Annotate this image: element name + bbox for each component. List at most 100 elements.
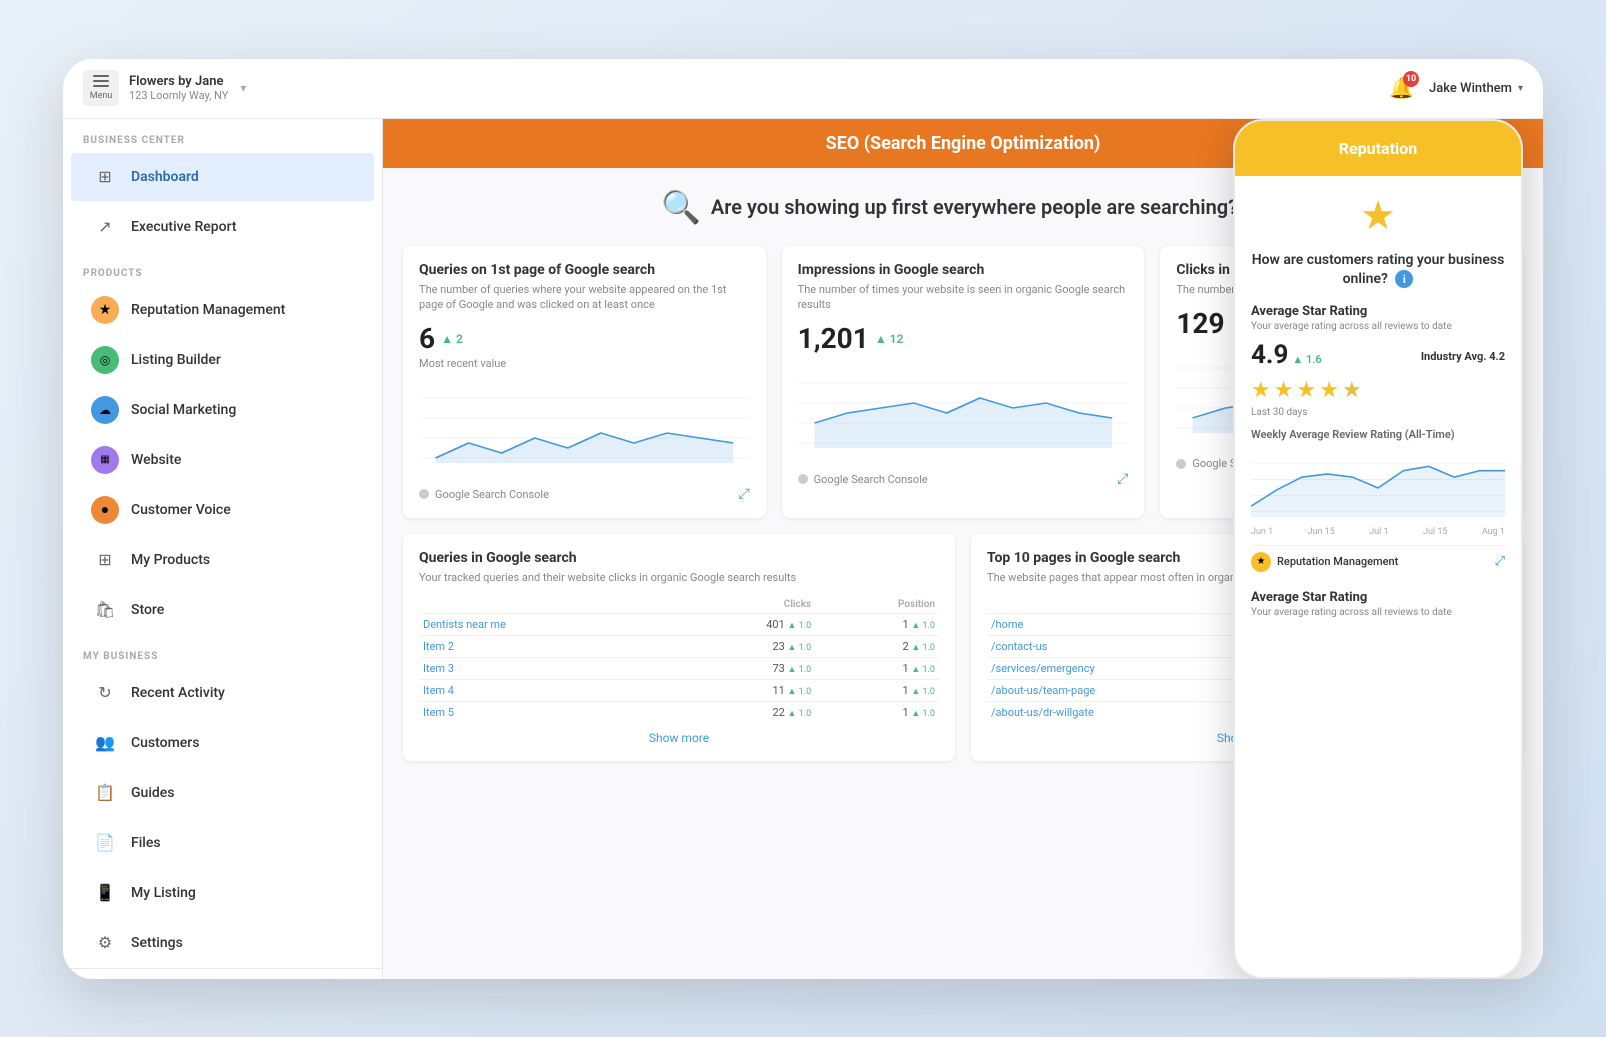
metric-title-1: Impressions in Google search: [798, 262, 1129, 278]
expand-icon-1[interactable]: ⤢: [1117, 471, 1128, 487]
sidebar-item-recent-activity[interactable]: ↻ Recent Activity: [71, 669, 374, 717]
query-cell: Dentists near me: [419, 613, 669, 635]
table-row: Item 4 11 ▲ 1.0 1 ▲ 1.0: [419, 679, 939, 701]
sidebar-item-listing[interactable]: ◎ Listing Builder: [71, 336, 374, 384]
sidebar-item-store[interactable]: 🛍 Store: [71, 586, 374, 634]
expand-icon-0[interactable]: ⤢: [738, 486, 749, 502]
chart-1: [798, 363, 1129, 453]
customers-icon: 👥: [91, 729, 119, 757]
chart-footer-0: Google Search Console ⤢: [419, 486, 750, 502]
col-position: Position: [815, 596, 939, 614]
top-bar-right: 🔔 10 Jake Winthem ▾: [1389, 76, 1523, 100]
hero-text: Are you showing up first everywhere peop…: [711, 195, 1265, 219]
website-icon: ▦: [91, 446, 119, 474]
position-cell: 1 ▲ 1.0: [815, 679, 939, 701]
date-5: Aug 1: [1482, 527, 1505, 537]
executive-report-icon: ↗: [91, 213, 119, 241]
metric-title-0: Queries on 1st page of Google search: [419, 262, 750, 278]
reputation-question: How are customers rating your business o…: [1251, 251, 1505, 290]
phone-header: Reputation: [1235, 121, 1521, 176]
phone-avg-title-2: Average Star Rating: [1251, 590, 1505, 605]
sidebar-item-customer-voice[interactable]: ● Customer Voice: [71, 486, 374, 534]
social-icon: ☁: [91, 396, 119, 424]
phone-avg-desc-2: Your average rating across all reviews t…: [1251, 607, 1505, 618]
my-products-icon: ⊞: [91, 546, 119, 574]
business-address: 123 Loomly Way, NY: [129, 89, 228, 102]
sidebar-label-executive-report: Executive Report: [131, 219, 237, 235]
sidebar-item-settings[interactable]: ⚙ Settings: [71, 919, 374, 967]
sidebar-label-website: Website: [131, 452, 181, 468]
sidebar-item-guides[interactable]: 📋 Guides: [71, 769, 374, 817]
search-icon: 🔍: [661, 188, 701, 226]
customer-voice-icon: ●: [91, 496, 119, 524]
sidebar-item-my-products[interactable]: ⊞ My Products: [71, 536, 374, 584]
phone-source-left: ★ Reputation Management: [1251, 552, 1398, 572]
phone-avg-star-title: Average Star Rating: [1251, 304, 1505, 319]
table-title-0: Queries in Google search: [419, 550, 939, 566]
settings-icon: ⚙: [91, 929, 119, 957]
star-4: ★: [1319, 378, 1339, 403]
metric-desc-0: The number of queries where your website…: [419, 282, 750, 313]
user-menu[interactable]: Jake Winthem ▾: [1429, 81, 1523, 96]
clicks-cell: 22 ▲ 1.0: [669, 701, 815, 723]
menu-label: Menu: [90, 91, 113, 101]
sidebar-label-guides: Guides: [131, 785, 174, 801]
star-1: ★: [1251, 378, 1271, 403]
phone-overlay: Reputation ★ How are customers rating yo…: [1233, 119, 1523, 979]
avg-delta: ▲ 1.6: [1292, 353, 1321, 366]
metric-desc-1: The number of times your website is seen…: [798, 282, 1129, 313]
star-hero: ★: [1251, 192, 1505, 239]
hero-star: ★: [1360, 192, 1396, 239]
metric-card-1: Impressions in Google search The number …: [782, 246, 1145, 519]
table-row: Item 2 23 ▲ 1.0 2 ▲ 1.0: [419, 635, 939, 657]
business-info: Flowers by Jane 123 Loomly Way, NY: [129, 74, 228, 102]
sidebar-section-business: BUSINESS CENTER: [63, 119, 382, 152]
hero-question: Are you showing up first everywhere peop…: [711, 195, 1238, 219]
date-2: Jun 15: [1308, 527, 1335, 537]
sidebar-item-website[interactable]: ▦ Website: [71, 436, 374, 484]
show-more-0[interactable]: Show more: [419, 731, 939, 745]
weekly-chart-title: Weekly Average Review Rating (All-Time): [1251, 428, 1505, 441]
notification-bell[interactable]: 🔔 10: [1389, 76, 1414, 100]
sidebar-label-customers: Customers: [131, 735, 199, 751]
query-cell: Item 5: [419, 701, 669, 723]
sidebar-item-social[interactable]: ☁ Social Marketing: [71, 386, 374, 434]
date-1: Jun 1: [1251, 527, 1273, 537]
col-query: [419, 596, 669, 614]
col-clicks: Clicks: [669, 596, 815, 614]
phone-source-expand[interactable]: ⤢: [1495, 554, 1505, 569]
guides-icon: 📋: [91, 779, 119, 807]
table-row: Item 5 22 ▲ 1.0 1 ▲ 1.0: [419, 701, 939, 723]
sidebar-label-my-products: My Products: [131, 552, 210, 568]
position-cell: 1 ▲ 1.0: [815, 657, 939, 679]
phone-info-icon[interactable]: i: [1395, 270, 1413, 288]
star-5: ★: [1342, 378, 1362, 403]
sidebar-item-customers[interactable]: 👥 Customers: [71, 719, 374, 767]
star-3: ★: [1296, 378, 1316, 403]
menu-button[interactable]: Menu: [83, 70, 119, 106]
notification-count: 10: [1403, 71, 1419, 87]
table-row: Item 3 73 ▲ 1.0 1 ▲ 1.0: [419, 657, 939, 679]
clicks-cell: 23 ▲ 1.0: [669, 635, 815, 657]
clicks-cell: 11 ▲ 1.0: [669, 679, 815, 701]
stars-row: ★ ★ ★ ★ ★: [1251, 378, 1505, 403]
avg-rating-row: 4.9 ▲ 1.6 Industry Avg. 4.2: [1251, 340, 1505, 370]
sidebar-item-reputation[interactable]: ★ Reputation Management: [71, 286, 374, 334]
phone-avg-star-desc: Your average rating across all reviews t…: [1251, 321, 1505, 332]
chart-source-1: Google Search Console: [798, 473, 928, 486]
metric-delta-0: ▲ 2: [441, 332, 463, 346]
sidebar-item-files[interactable]: 📄 Files: [71, 819, 374, 867]
avg-rating-value: 4.9: [1251, 340, 1288, 370]
sidebar-item-executive-report[interactable]: ↗ Executive Report: [71, 203, 374, 251]
query-cell: Item 2: [419, 635, 669, 657]
business-dropdown-icon[interactable]: ▾: [240, 81, 246, 95]
sidebar-label-dashboard: Dashboard: [131, 169, 199, 185]
metric-value-0: 6 ▲ 2: [419, 322, 750, 355]
table-row: Dentists near me 401 ▲ 1.0 1 ▲ 1.0: [419, 613, 939, 635]
sidebar-item-dashboard[interactable]: ⊞ Dashboard: [71, 153, 374, 201]
weekly-chart: [1251, 447, 1505, 517]
sidebar-label-store: Store: [131, 602, 164, 618]
table-desc-0: Your tracked queries and their website c…: [419, 570, 939, 585]
sidebar-item-my-listing[interactable]: 📱 My Listing: [71, 869, 374, 917]
star-2: ★: [1274, 378, 1294, 403]
